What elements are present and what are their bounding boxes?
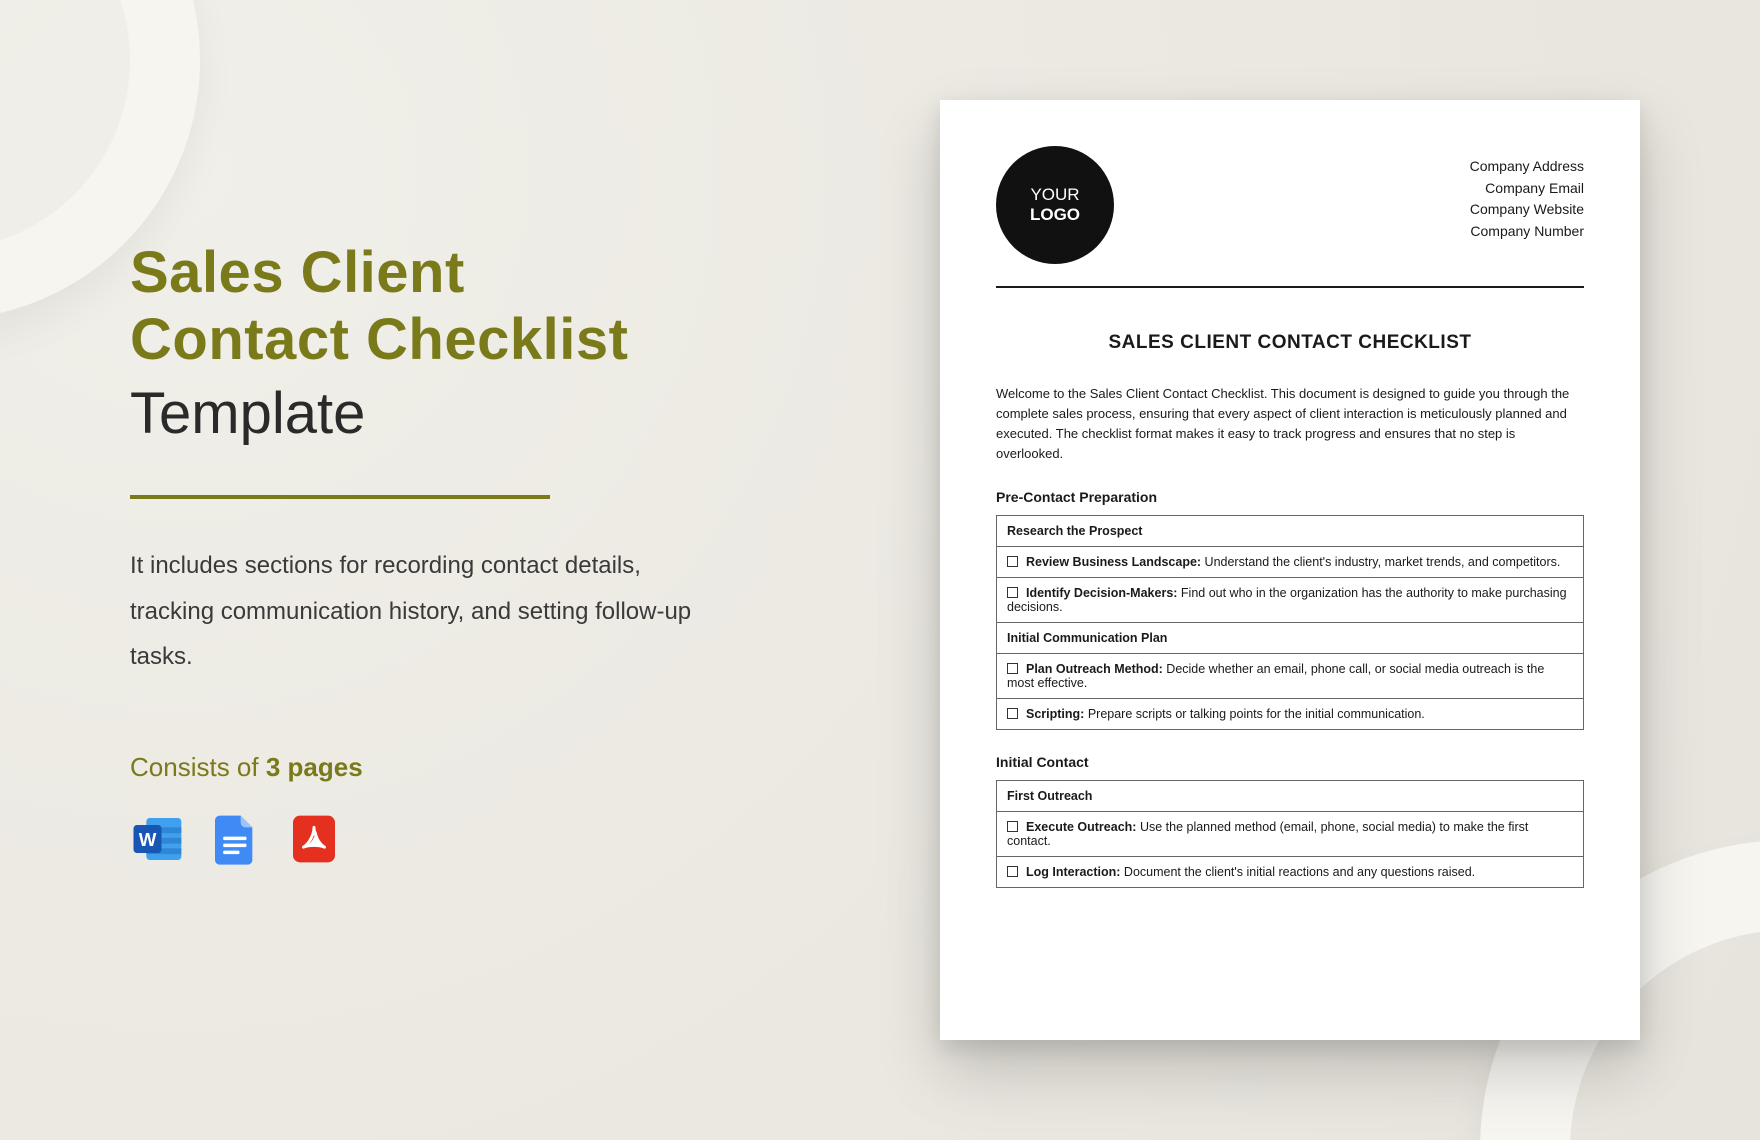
checklist-item: Scripting: Prepare scripts or talking po… bbox=[997, 698, 1584, 729]
item-text: Understand the client's industry, market… bbox=[1201, 555, 1560, 569]
company-number: Company Number bbox=[1470, 221, 1584, 243]
checkbox-icon bbox=[1007, 663, 1018, 674]
document-title: SALES CLIENT CONTACT CHECKLIST bbox=[996, 332, 1584, 354]
checklist-table: Research the Prospect Review Business La… bbox=[996, 515, 1584, 730]
checkbox-icon bbox=[1007, 708, 1018, 719]
group-heading: First Outreach bbox=[997, 780, 1584, 811]
checkbox-icon bbox=[1007, 821, 1018, 832]
svg-text:W: W bbox=[139, 829, 157, 850]
checkbox-icon bbox=[1007, 866, 1018, 877]
template-preview-card: Sales Client Contact Checklist Template … bbox=[0, 0, 1760, 1140]
item-label: Log Interaction: bbox=[1026, 865, 1120, 879]
format-icons-row: W bbox=[130, 811, 750, 867]
company-email: Company Email bbox=[1470, 178, 1584, 200]
logo-text-bottom: LOGO bbox=[1030, 205, 1080, 225]
document-intro: Welcome to the Sales Client Contact Chec… bbox=[996, 384, 1584, 465]
template-subtitle: Template bbox=[130, 379, 750, 449]
page-count-line: Consists of 3 pages bbox=[130, 752, 750, 783]
info-panel: Sales Client Contact Checklist Template … bbox=[130, 240, 750, 867]
checkbox-icon bbox=[1007, 556, 1018, 567]
logo-placeholder: YOUR LOGO bbox=[996, 146, 1114, 264]
group-heading: Initial Communication Plan bbox=[997, 622, 1584, 653]
page-count-prefix: Consists of bbox=[130, 752, 266, 782]
template-title-line1: Sales Client bbox=[130, 240, 750, 307]
section-heading: Initial Contact bbox=[996, 754, 1584, 770]
checklist-item: Identify Decision-Makers: Find out who i… bbox=[997, 577, 1584, 622]
item-label: Identify Decision-Makers: bbox=[1026, 586, 1177, 600]
word-icon: W bbox=[130, 811, 186, 867]
template-description: It includes sections for recording conta… bbox=[130, 543, 730, 680]
template-title-line2: Contact Checklist bbox=[130, 307, 750, 374]
checklist-item: Review Business Landscape: Understand th… bbox=[997, 546, 1584, 577]
checklist-item: Log Interaction: Document the client's i… bbox=[997, 856, 1584, 887]
document-header: YOUR LOGO Company Address Company Email … bbox=[996, 146, 1584, 288]
item-label: Review Business Landscape: bbox=[1026, 555, 1201, 569]
item-text: Document the client's initial reactions … bbox=[1120, 865, 1475, 879]
group-heading: Research the Prospect bbox=[997, 515, 1584, 546]
document-preview: YOUR LOGO Company Address Company Email … bbox=[940, 100, 1640, 1040]
company-address: Company Address bbox=[1470, 156, 1584, 178]
item-label: Execute Outreach: bbox=[1026, 820, 1136, 834]
checklist-item: Plan Outreach Method: Decide whether an … bbox=[997, 653, 1584, 698]
section-heading: Pre-Contact Preparation bbox=[996, 489, 1584, 505]
company-website: Company Website bbox=[1470, 199, 1584, 221]
company-info: Company Address Company Email Company We… bbox=[1470, 146, 1584, 243]
pdf-icon bbox=[286, 811, 342, 867]
accent-divider bbox=[130, 495, 550, 499]
logo-text-top: YOUR bbox=[1030, 185, 1079, 205]
item-label: Scripting: bbox=[1026, 707, 1084, 721]
checklist-item: Execute Outreach: Use the planned method… bbox=[997, 811, 1584, 856]
google-docs-icon bbox=[208, 811, 264, 867]
checkbox-icon bbox=[1007, 587, 1018, 598]
item-text: Prepare scripts or talking points for th… bbox=[1084, 707, 1424, 721]
page-count-value: 3 pages bbox=[266, 752, 363, 782]
item-label: Plan Outreach Method: bbox=[1026, 662, 1163, 676]
checklist-table: First Outreach Execute Outreach: Use the… bbox=[996, 780, 1584, 888]
